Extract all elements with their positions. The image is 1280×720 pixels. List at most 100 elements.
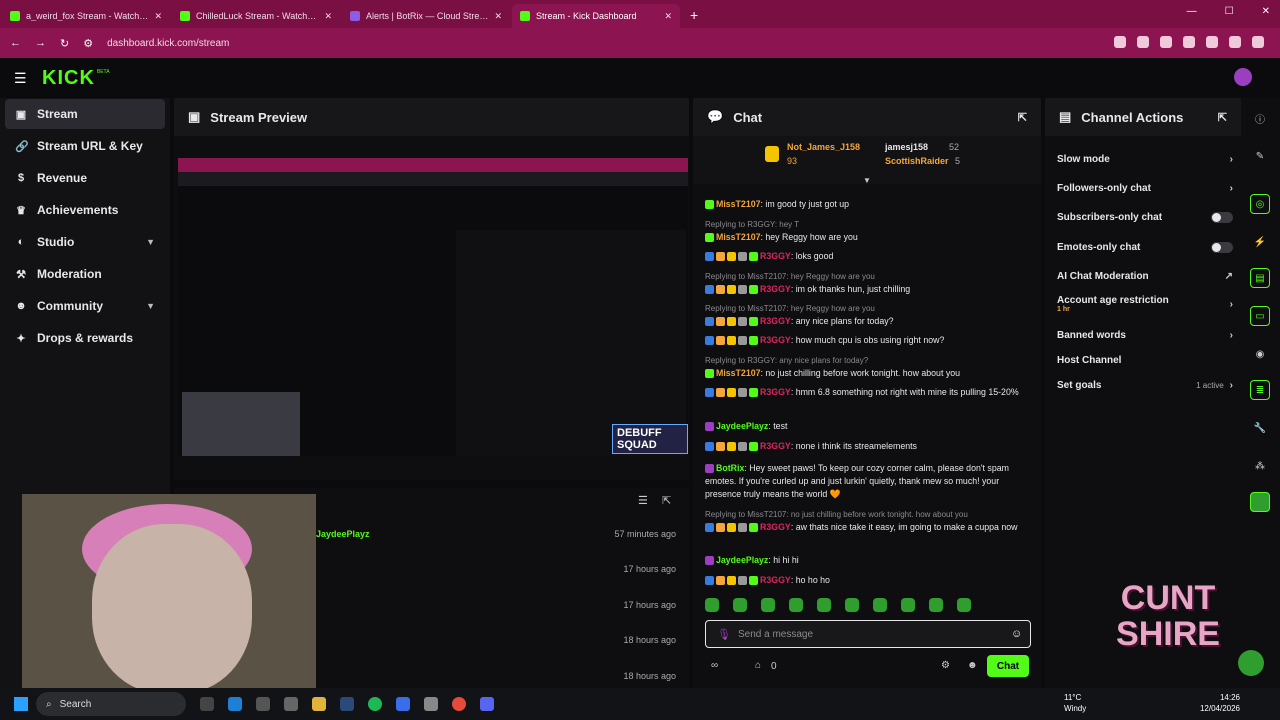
sidebar-item-revenue[interactable]: $ Revenue xyxy=(5,163,165,193)
chat-username[interactable]: R3GGY xyxy=(760,387,791,397)
site-info-icon[interactable]: ⚙ xyxy=(83,37,93,50)
discord-icon[interactable] xyxy=(480,697,494,711)
close-icon[interactable]: ✕ xyxy=(324,11,332,22)
list-icon[interactable]: ≣ xyxy=(1250,380,1270,400)
user-avatar[interactable] xyxy=(1234,68,1252,86)
extension-icon[interactable] xyxy=(1206,36,1218,48)
app-icon[interactable] xyxy=(256,697,270,711)
chat-username[interactable]: MissT2107 xyxy=(716,232,761,242)
sidebar-item-achievements[interactable]: ♛ Achievements xyxy=(5,195,165,225)
browser-tab[interactable]: a_weird_fox Stream - Watch Live ✕ xyxy=(2,4,170,28)
extension-icon[interactable] xyxy=(1160,36,1172,48)
chat-username[interactable]: BotRix xyxy=(716,463,744,473)
close-icon[interactable]: ✕ xyxy=(664,11,672,22)
store-icon[interactable]: ⌂ xyxy=(755,660,761,671)
chat-username[interactable]: MissT2107 xyxy=(716,199,761,209)
chat-username[interactable]: R3GGY xyxy=(760,522,791,532)
chat-username[interactable]: JaydeePlayz xyxy=(716,421,768,431)
app-icon[interactable] xyxy=(1250,492,1270,512)
pencil-icon[interactable]: ✎ xyxy=(1250,146,1270,166)
chevron-down-icon[interactable]: ▼ xyxy=(863,176,871,185)
emote-icon[interactable] xyxy=(817,598,831,612)
channel-action-item[interactable]: Banned words › xyxy=(1057,330,1233,341)
reply-context[interactable]: Replying to MissT2107: no just chilling … xyxy=(705,508,1037,521)
extension-icon[interactable] xyxy=(1183,36,1195,48)
emote-icon[interactable] xyxy=(789,598,803,612)
nodes-icon[interactable]: ⁂ xyxy=(1250,456,1270,476)
send-chat-button[interactable]: Chat xyxy=(987,655,1029,677)
forward-icon[interactable]: → xyxy=(35,37,46,49)
channel-action-item[interactable]: Account age restriction 1 hr › xyxy=(1057,295,1233,313)
close-icon[interactable]: ✕ xyxy=(154,11,162,22)
channel-action-item[interactable]: Slow mode › xyxy=(1057,154,1233,165)
top-user[interactable]: Not_James_J158 xyxy=(787,142,860,152)
reply-context[interactable]: Replying to MissT2107: hey Reggy how are… xyxy=(705,302,1037,315)
chat-username[interactable]: R3GGY xyxy=(760,316,791,326)
spotify-icon[interactable] xyxy=(368,697,382,711)
hamburger-menu-icon[interactable]: ☰ xyxy=(14,70,28,87)
url-field[interactable]: dashboard.kick.com/stream xyxy=(107,38,229,49)
reply-context[interactable]: Replying to MissT2107: hey Reggy how are… xyxy=(705,270,1037,283)
info-icon[interactable]: ⓘ xyxy=(1250,108,1270,128)
toggle-switch[interactable] xyxy=(1211,242,1233,253)
sidebar-item-studio[interactable]: ◐ Studio ▼ xyxy=(5,227,165,257)
channel-action-item[interactable]: Followers-only chat › xyxy=(1057,183,1233,194)
channel-action-item[interactable]: Emotes-only chat xyxy=(1057,242,1233,253)
channel-action-item[interactable]: Set goals 1 active › xyxy=(1057,380,1233,391)
emoji-icon[interactable]: ☺ xyxy=(1011,628,1022,640)
file-icon[interactable] xyxy=(200,697,214,711)
bookmark-star-icon[interactable] xyxy=(1114,36,1126,48)
user-icon[interactable]: ☻ xyxy=(967,660,978,671)
points-icon[interactable]: ∞ xyxy=(711,660,718,671)
mic-icon[interactable]: 🎙 xyxy=(717,628,731,641)
settings-gear-icon[interactable]: ⚙ xyxy=(941,660,950,671)
app-icon[interactable] xyxy=(284,697,298,711)
sidebar-item-drops-rewards[interactable]: ✦ Drops & rewards xyxy=(5,323,165,353)
emote-icon[interactable] xyxy=(873,598,887,612)
app-icon[interactable] xyxy=(396,697,410,711)
chat-username[interactable]: JaydeePlayz xyxy=(716,555,768,565)
taskbar-search[interactable]: ⌕ Search xyxy=(36,692,186,716)
camera-icon[interactable]: ◎ xyxy=(1250,194,1270,214)
edge-icon[interactable] xyxy=(228,697,242,711)
sidebar-item-stream-url-key[interactable]: 🔗 Stream URL & Key xyxy=(5,131,165,161)
chat-username[interactable]: R3GGY xyxy=(760,441,791,451)
lightning-icon[interactable]: ⚡ xyxy=(1250,232,1270,252)
sidebar-item-moderation[interactable]: ⚒ Moderation xyxy=(5,259,165,289)
toggle-switch[interactable] xyxy=(1211,212,1233,223)
sidebar-item-community[interactable]: ☻ Community ▼ xyxy=(5,291,165,321)
popout-icon[interactable]: ⇱ xyxy=(1218,111,1227,124)
chat-username[interactable]: R3GGY xyxy=(760,251,791,261)
chat-username[interactable]: MissT2107 xyxy=(716,368,761,378)
emote-icon[interactable] xyxy=(845,598,859,612)
chat-input[interactable]: Send a message xyxy=(705,620,1031,648)
folder-icon[interactable] xyxy=(312,697,326,711)
emote-icon[interactable] xyxy=(957,598,971,612)
extensions-puzzle-icon[interactable] xyxy=(1229,36,1241,48)
maximize-icon[interactable]: ☐ xyxy=(1225,6,1234,17)
emote-icon[interactable] xyxy=(929,598,943,612)
browser-tab[interactable]: Alerts | BotRix — Cloud Stream ✕ xyxy=(342,4,510,28)
chatgpt-icon[interactable] xyxy=(424,697,438,711)
document-icon[interactable]: ▤ xyxy=(1250,268,1270,288)
new-tab-icon[interactable]: + xyxy=(690,7,698,23)
filter-icon[interactable]: ☰ xyxy=(638,494,648,507)
emote-icon[interactable] xyxy=(901,598,915,612)
stream-preview-video[interactable]: DEBUFF SQUAD xyxy=(178,158,688,456)
emote-icon[interactable] xyxy=(733,598,747,612)
chat-username[interactable]: R3GGY xyxy=(760,284,791,294)
extension-icon[interactable] xyxy=(1137,36,1149,48)
popout-icon[interactable]: ⇱ xyxy=(662,494,671,507)
popout-icon[interactable]: ⇱ xyxy=(1018,111,1027,124)
chat-username[interactable]: R3GGY xyxy=(760,575,791,585)
leaderboard-user[interactable]: jamesj158 xyxy=(885,142,928,152)
windows-start-icon[interactable] xyxy=(14,697,28,711)
chrome-icon[interactable] xyxy=(452,697,466,711)
leaderboard-user[interactable]: ScottishRaider xyxy=(885,156,949,166)
chat-username[interactable]: R3GGY xyxy=(760,335,791,345)
channel-action-item[interactable]: Host Channel xyxy=(1057,355,1233,366)
channel-action-item[interactable]: Subscribers-only chat xyxy=(1057,212,1233,223)
emote-icon[interactable] xyxy=(761,598,775,612)
back-icon[interactable]: ← xyxy=(10,37,21,49)
weather-widget[interactable]: 11°C Windy xyxy=(1064,692,1086,714)
